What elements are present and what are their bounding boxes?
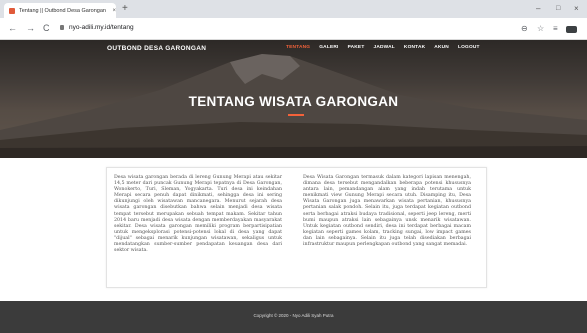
page-title: TENTANG WISATA GARONGAN — [188, 94, 399, 109]
nav-item-jadwal[interactable]: JADWAL — [373, 45, 394, 50]
tab-close-icon[interactable]: × — [112, 8, 116, 14]
nav-item-tentang[interactable]: TENTANG — [286, 45, 310, 50]
about-paragraph-right: Desa Wisata Garongan termasuk dalam kate… — [303, 175, 471, 248]
extensions-icon[interactable]: ≡ — [553, 23, 558, 34]
nav-item-akun[interactable]: AKUN — [434, 45, 449, 50]
site-footer: Copyright © 2020 - Nyo Adili Syah Putra — [0, 301, 587, 333]
back-button[interactable]: ← — [8, 23, 17, 34]
bookmark-star-icon[interactable]: ☆ — [537, 23, 544, 34]
footer-copyright: Copyright © 2020 - Nyo Adili Syah Putra — [253, 313, 334, 318]
nav-item-galeri[interactable]: GALERI — [319, 45, 338, 50]
new-tab-button[interactable]: + — [122, 3, 128, 15]
about-paragraph-left: Desa wisata garongan berada di lereng Gu… — [114, 175, 282, 254]
address-bar[interactable]: nyo-adili.my.id/tentang — [69, 24, 134, 31]
reload-button[interactable]: C — [43, 23, 50, 34]
browser-tab[interactable]: Tentang || Outbond Desa Garongan × — [4, 3, 116, 18]
forward-button[interactable]: → — [26, 23, 35, 34]
site-favicon-icon — [9, 7, 15, 14]
nav-item-paket[interactable]: PAKET — [348, 45, 365, 50]
hero-section: OUTBOND DESA GARONGAN TENTANG GALERI PAK… — [0, 40, 587, 158]
window-close-button[interactable]: × — [574, 3, 579, 15]
window-maximize-button[interactable]: □ — [556, 3, 560, 15]
title-divider — [288, 114, 304, 116]
window-minimize-button[interactable]: – — [536, 3, 540, 15]
lock-icon[interactable] — [60, 25, 64, 30]
zoom-icon[interactable]: ⊖ — [521, 23, 528, 34]
nav-item-kontak[interactable]: KONTAK — [404, 45, 425, 50]
brand-logo[interactable]: OUTBOND DESA GARONGAN — [107, 45, 206, 52]
profile-icon[interactable] — [566, 26, 577, 33]
nav-item-logout[interactable]: LOGOUT — [458, 45, 480, 50]
browser-toolbar: ← → C nyo-adili.my.id/tentang ⊖ ☆ ≡ — [0, 18, 587, 40]
browser-tab-bar: Tentang || Outbond Desa Garongan × + – □… — [0, 0, 587, 18]
about-content-card: Desa wisata garongan berada di lereng Gu… — [106, 167, 487, 288]
browser-tab-title: Tentang || Outbond Desa Garongan — [19, 7, 106, 14]
main-nav: TENTANG GALERI PAKET JADWAL KONTAK AKUN … — [286, 45, 480, 50]
